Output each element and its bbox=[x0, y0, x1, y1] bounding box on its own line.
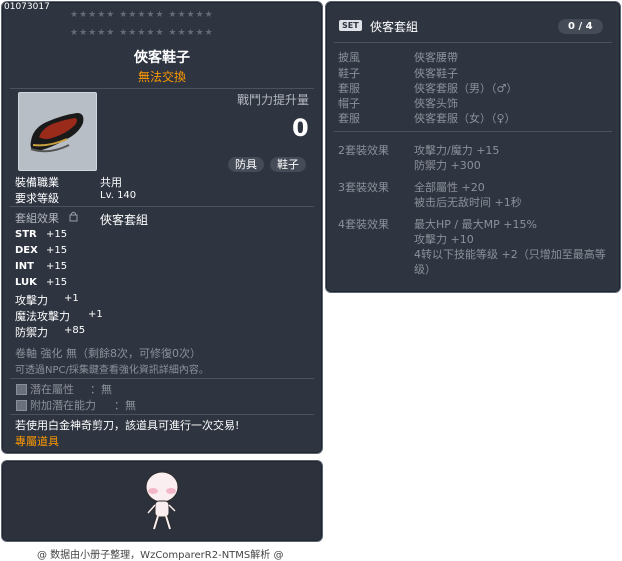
stat-name: 魔法攻擊力 bbox=[15, 310, 70, 323]
stat-value: +85 bbox=[64, 325, 86, 336]
potential-label: 潛在屬性 bbox=[30, 383, 74, 396]
stat-value: +15 bbox=[46, 261, 68, 272]
set-part-slot: 套服 bbox=[338, 112, 360, 125]
set-name: 俠客套組 bbox=[100, 213, 149, 227]
lock-icon bbox=[69, 211, 78, 222]
set-part-slot: 套服 bbox=[338, 82, 360, 95]
set-part-name: 俠客腰帶 bbox=[414, 51, 458, 64]
stat-name: LUK bbox=[15, 277, 37, 288]
set-effect-line: 级） bbox=[414, 263, 436, 276]
set-tooltip: SET 俠客套組 0 / 4 披風 俠客腰帶 鞋子 俠客鞋子 套服 俠客套服（男… bbox=[325, 1, 621, 293]
job-value: 共用 bbox=[100, 176, 122, 189]
additional-potential-label: 附加潛在能力 bbox=[30, 399, 96, 412]
additional-potential-icon bbox=[16, 400, 27, 411]
stat-name: 防禦力 bbox=[15, 326, 48, 339]
item-id: 01073017 bbox=[4, 2, 50, 12]
stat-value: +15 bbox=[46, 229, 68, 240]
power-value: 0 bbox=[292, 114, 309, 142]
set-effect-line: 攻擊力 +10 bbox=[414, 233, 474, 246]
job-label: 裝備職業 bbox=[15, 176, 59, 189]
item-image-frame bbox=[18, 92, 97, 171]
npc-info: 可透過NPC/採集鍵查看強化資訊詳細內容。 bbox=[15, 365, 209, 376]
power-label: 戰鬥力提升量 bbox=[237, 93, 310, 107]
star-row-1: ★★★★★ ★★★★★ ★★★★★ bbox=[70, 10, 214, 20]
stat-value: +15 bbox=[46, 245, 68, 256]
stat-name: STR bbox=[15, 229, 37, 240]
stat-value: +1 bbox=[64, 293, 79, 304]
stat-name: INT bbox=[15, 261, 34, 272]
set-effect-label: 4套裝效果 bbox=[338, 218, 389, 231]
set-effect-line: 防禦力 +300 bbox=[414, 159, 481, 172]
set-effect-line: 4转以下技能等级 +2（只增加至最高等 bbox=[414, 248, 606, 261]
star-row-2: ★★★★★ ★★★★★ ★★★★★ bbox=[70, 28, 214, 38]
character-sprite bbox=[145, 471, 179, 530]
item-name: 俠客鞋子 bbox=[134, 50, 190, 66]
scissors-note: 若使用白金神奇剪刀，該道具可進行一次交易! bbox=[15, 419, 240, 432]
level-label: 要求等級 bbox=[15, 192, 59, 205]
item-tooltip: 01073017 ★★★★★ ★★★★★ ★★★★★ ★★★★★ ★★★★★ ★… bbox=[1, 1, 323, 454]
set-effect-label: 3套裝效果 bbox=[338, 181, 389, 194]
set-title: 俠客套組 bbox=[370, 20, 419, 34]
set-part-name: 俠客套服（女）（♀） bbox=[414, 112, 516, 125]
potential-value: ：無 bbox=[90, 383, 112, 396]
set-badge: SET bbox=[339, 20, 362, 31]
subcategory-tag: 鞋子 bbox=[270, 157, 306, 172]
stat-name: 攻擊力 bbox=[15, 294, 48, 307]
potential-icon bbox=[16, 384, 27, 395]
set-part-name: 俠客鞋子 bbox=[414, 67, 458, 80]
level-value: Lv. 140 bbox=[100, 190, 137, 201]
exclusive-item: 專屬道具 bbox=[15, 435, 59, 448]
category-tag: 防具 bbox=[228, 157, 264, 172]
trade-status: 無法交換 bbox=[137, 70, 186, 84]
scroll-info: 卷軸 強化 無（剩餘8次，可修復0次） bbox=[15, 347, 201, 360]
stat-value: +15 bbox=[46, 277, 68, 288]
set-part-slot: 披風 bbox=[338, 51, 360, 64]
set-effect-label: 套組效果 bbox=[15, 212, 59, 225]
set-effect-line: 全部屬性 +20 bbox=[414, 181, 485, 194]
footer-credit: @ 数据由小册子整理，WzComparerR2-NTMS解析 @ bbox=[37, 550, 284, 561]
set-part-slot: 帽子 bbox=[338, 97, 360, 110]
set-part-name: 俠客头饰 bbox=[414, 97, 458, 110]
shoe-icon bbox=[30, 113, 84, 153]
set-effect-line: 被击后无敌时间 +1秒 bbox=[414, 196, 522, 209]
additional-potential-value: ：無 bbox=[114, 399, 136, 412]
stat-name: DEX bbox=[15, 245, 38, 256]
set-effect-line: 最大HP / 最大MP +15% bbox=[414, 218, 537, 231]
avatar-preview-panel bbox=[1, 460, 323, 542]
set-effect-line: 攻擊力/魔力 +15 bbox=[414, 144, 500, 157]
set-part-slot: 鞋子 bbox=[338, 67, 360, 80]
set-effect-label: 2套裝效果 bbox=[338, 144, 389, 157]
set-part-name: 俠客套服（男）（♂） bbox=[414, 82, 518, 95]
stat-value: +1 bbox=[88, 309, 103, 320]
set-count: 0 / 4 bbox=[558, 19, 603, 34]
